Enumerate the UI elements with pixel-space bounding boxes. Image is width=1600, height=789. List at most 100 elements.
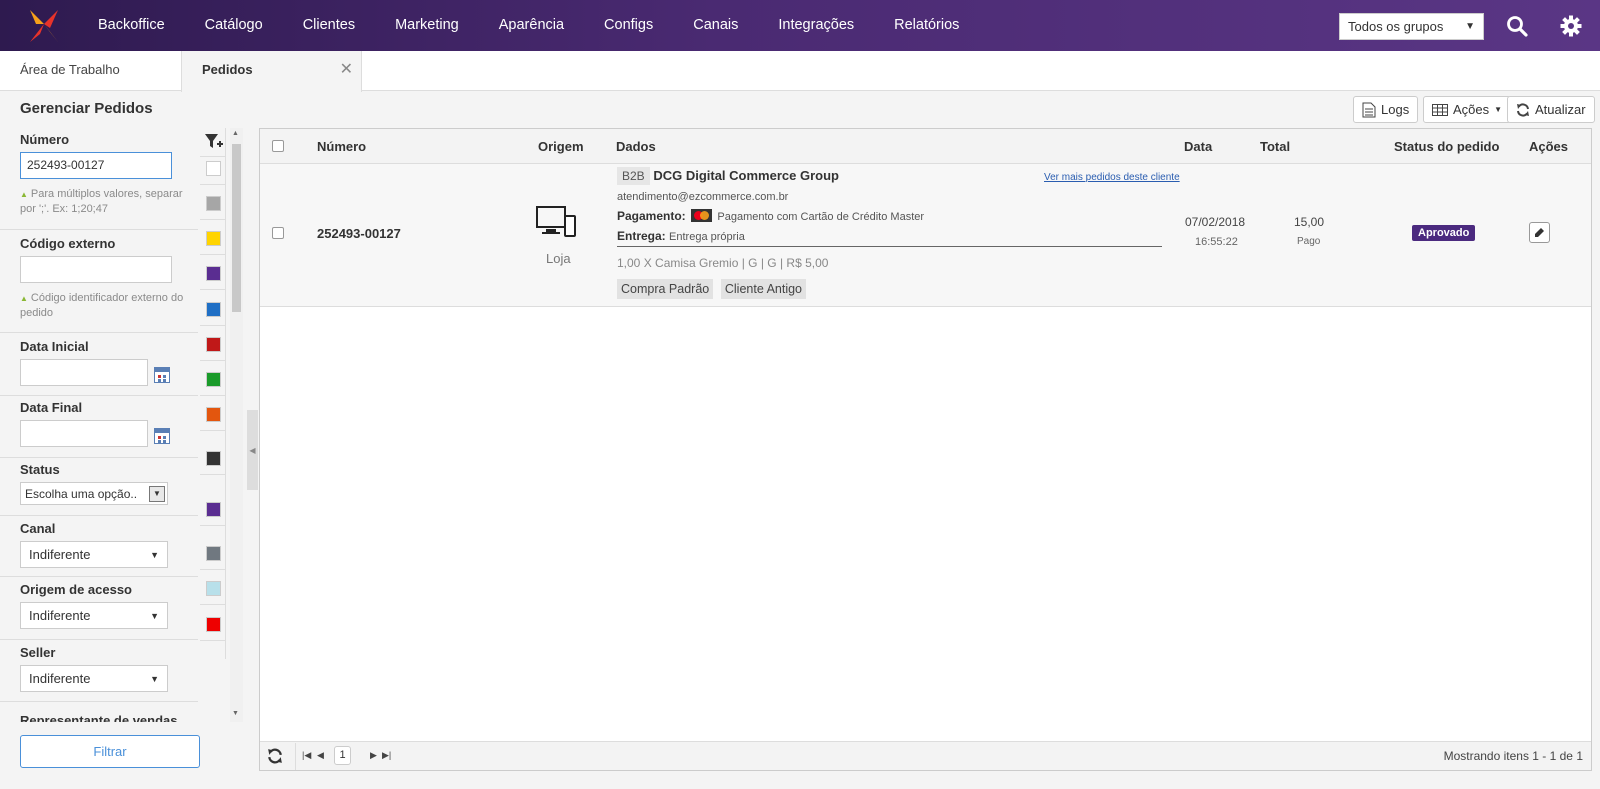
divider: [0, 332, 198, 333]
divider: [200, 325, 226, 326]
filter-data-inicial: Data Inicial: [20, 339, 200, 386]
color-tag-swatch[interactable]: [206, 581, 221, 596]
customer-name[interactable]: DCG Digital Commerce Group: [653, 168, 839, 183]
reload-icon[interactable]: [267, 748, 283, 767]
color-tag-swatch[interactable]: [206, 502, 221, 517]
filters-scrollbar[interactable]: ▲ ▼: [230, 128, 243, 722]
filter-add-icon[interactable]: [205, 134, 223, 153]
divider: [200, 156, 226, 157]
color-tag-swatch[interactable]: [206, 302, 221, 317]
codigo-externo-input[interactable]: [20, 256, 172, 283]
color-tag-column: [200, 128, 226, 659]
gear-icon[interactable]: [1557, 12, 1585, 40]
data-final-input[interactable]: [20, 420, 148, 447]
nav-item-marketing[interactable]: Marketing: [375, 0, 479, 51]
nav-item-aparencia[interactable]: Aparência: [479, 0, 584, 51]
select-all-checkbox[interactable]: [272, 140, 284, 152]
column-header-status[interactable]: Status do pedido: [1394, 139, 1499, 154]
order-status-cell: Aprovado: [1412, 224, 1476, 241]
filter-codigo-externo: Código externo ▲ Código identificador ext…: [20, 236, 200, 321]
color-tag-swatch[interactable]: [206, 617, 221, 632]
nav-item-relatorios[interactable]: Relatórios: [874, 0, 979, 51]
payment-status: Pago: [1297, 236, 1321, 247]
divider: [0, 639, 198, 640]
delivery-method: Entrega própria: [669, 231, 745, 243]
divider: [0, 701, 198, 702]
edit-button[interactable]: [1529, 222, 1550, 243]
origem-acesso-select[interactable]: Indiferente ▼: [20, 602, 168, 629]
column-header-origem[interactable]: Origem: [538, 139, 584, 154]
nav-item-backoffice[interactable]: Backoffice: [78, 0, 185, 51]
caret-down-icon: ▼: [1494, 105, 1503, 114]
delivery-line: Entrega: Entrega própria: [617, 229, 745, 243]
nav-item-catalogo[interactable]: Catálogo: [185, 0, 283, 51]
next-page-icon[interactable]: ▶: [370, 750, 377, 761]
numero-input[interactable]: 252493-00127: [20, 152, 172, 179]
divider: [200, 430, 226, 431]
current-page[interactable]: 1: [334, 746, 351, 765]
color-tag-swatch[interactable]: [206, 196, 221, 211]
divider: [617, 246, 1162, 247]
close-icon[interactable]: ✕: [340, 51, 353, 89]
logs-button[interactable]: Logs: [1353, 96, 1419, 123]
payment-label: Pagamento:: [617, 209, 686, 223]
filter-hint: ▲ Código identificador externo do pedido: [20, 291, 200, 321]
color-tag-swatch[interactable]: [206, 161, 221, 176]
filter-label: Seller: [20, 645, 56, 660]
actions-dropdown-button[interactable]: Ações ▼: [1423, 96, 1512, 123]
nav-item-canais[interactable]: Canais: [673, 0, 758, 51]
filter-status: Status Escolha uma opção.. ▼: [20, 462, 200, 505]
filter-label: Canal: [20, 521, 56, 536]
color-tag-swatch[interactable]: [206, 266, 221, 281]
calendar-icon[interactable]: [154, 367, 170, 383]
page-title: Gerenciar Pedidos: [20, 100, 153, 117]
group-select[interactable]: Todos os grupos ▼: [1339, 13, 1484, 40]
table-row[interactable]: 252493-00127 Loja B2B DCG Digital Commer…: [260, 164, 1591, 307]
more-orders-link[interactable]: Ver mais pedidos deste cliente: [1044, 172, 1180, 183]
column-header-data[interactable]: Data: [1184, 139, 1212, 154]
color-tag-swatch[interactable]: [206, 451, 221, 466]
filter-label: Representante de vendas: [20, 713, 178, 722]
column-header-dados[interactable]: Dados: [616, 139, 656, 154]
nav-item-integracoes[interactable]: Integrações: [758, 0, 874, 51]
tab-bar: Área de Trabalho Pedidos ✕: [0, 51, 1600, 92]
table-icon: [1432, 103, 1448, 116]
tab-area-de-trabalho[interactable]: Área de Trabalho: [0, 51, 181, 91]
status-select-value: Escolha uma opção..: [25, 486, 138, 501]
collapse-panel-handle[interactable]: ◀: [247, 410, 258, 490]
brand-logo[interactable]: [24, 6, 64, 46]
order-number[interactable]: 252493-00127: [317, 226, 401, 241]
last-page-icon[interactable]: ▶|: [382, 750, 391, 761]
column-header-total[interactable]: Total: [1260, 139, 1290, 154]
tab-pedidos[interactable]: Pedidos ✕: [181, 51, 362, 92]
tag-compra-padrao: Compra Padrão: [617, 279, 714, 299]
origem-acesso-select-value: Indiferente: [29, 608, 91, 623]
nav-item-clientes[interactable]: Clientes: [283, 0, 375, 51]
filter-button[interactable]: Filtrar: [20, 735, 200, 768]
refresh-button[interactable]: Atualizar: [1507, 96, 1595, 123]
search-icon[interactable]: [1503, 12, 1531, 40]
first-page-icon[interactable]: |◀: [302, 750, 311, 761]
color-tag-swatch[interactable]: [206, 372, 221, 387]
data-inicial-input[interactable]: [20, 359, 148, 386]
hint-text: Código identificador externo do pedido: [20, 292, 184, 319]
row-checkbox[interactable]: [272, 227, 284, 239]
status-select[interactable]: Escolha uma opção.. ▼: [20, 482, 168, 505]
top-navbar: Backoffice Catálogo Clientes Marketing A…: [0, 0, 1600, 51]
color-tag-swatch[interactable]: [206, 546, 221, 561]
color-tag-swatch[interactable]: [206, 231, 221, 246]
nav-item-configs[interactable]: Configs: [584, 0, 673, 51]
delivery-label: Entrega:: [617, 229, 666, 243]
color-tag-swatch[interactable]: [206, 407, 221, 422]
color-tag-swatch[interactable]: [206, 337, 221, 352]
seller-select[interactable]: Indiferente ▼: [20, 665, 168, 692]
scroll-thumb[interactable]: [232, 144, 241, 312]
column-header-numero[interactable]: Número: [317, 139, 366, 154]
prev-page-icon[interactable]: ◀: [317, 750, 324, 761]
filter-label: Data Final: [20, 400, 83, 415]
canal-select[interactable]: Indiferente ▼: [20, 541, 168, 568]
calendar-icon[interactable]: [154, 428, 170, 444]
scroll-up-icon[interactable]: ▲: [232, 130, 239, 137]
filter-label: Código externo: [20, 236, 116, 251]
scroll-down-icon[interactable]: ▼: [232, 710, 239, 717]
